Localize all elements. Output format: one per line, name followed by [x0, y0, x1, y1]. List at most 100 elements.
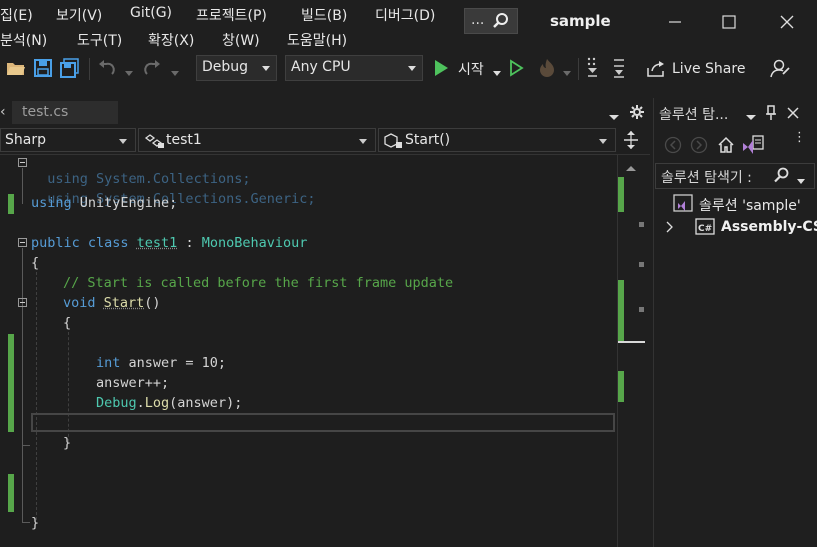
menu-analyze[interactable]: 분석(N) [0, 30, 47, 50]
save-all-icon[interactable] [60, 58, 80, 82]
csharp-project-icon: C# [695, 218, 717, 240]
overview-change-marker [618, 280, 624, 342]
overview-dot [639, 262, 644, 267]
colon: : [177, 235, 201, 251]
maximize-button[interactable] [714, 8, 744, 36]
search-options-dropdown-icon[interactable] [797, 174, 805, 189]
project-dropdown[interactable]: Sharp [0, 128, 136, 152]
base-class: MonoBehaviour [202, 235, 308, 251]
redo-icon[interactable] [141, 58, 163, 82]
hot-reload-dropdown-icon[interactable] [563, 66, 571, 81]
window-title: sample [550, 12, 611, 30]
menu-window[interactable]: 창(W) [222, 30, 260, 50]
live-share-button[interactable]: Live Share [672, 61, 745, 77]
comment: // Start is called before the first fram… [63, 275, 453, 291]
menu-debug[interactable]: 디버그(D) [375, 5, 435, 25]
menu-help[interactable]: 도움말(H) [287, 30, 347, 50]
menu-git[interactable]: Git(G) [130, 5, 172, 21]
overview-change-marker [618, 177, 624, 212]
assembly-csharp-label: Assembly-CS [721, 219, 817, 235]
split-window-icon[interactable] [622, 130, 640, 154]
more-options-icon[interactable]: ⋮ [793, 130, 806, 145]
minimize-button[interactable] [660, 8, 690, 36]
live-share-icon[interactable] [646, 60, 666, 82]
namespace-name: UnityEngine; [72, 195, 178, 211]
overview-change-marker [618, 371, 624, 402]
hot-reload-icon[interactable] [536, 57, 558, 83]
debug-class: Debug [96, 395, 137, 411]
start-dropdown-icon[interactable] [493, 66, 501, 81]
collapse-class-icon[interactable] [18, 238, 27, 247]
pin-icon[interactable] [765, 105, 777, 125]
svg-text:C#: C# [698, 224, 712, 234]
undo-dropdown-icon[interactable] [125, 66, 133, 81]
class-keyword: public class [31, 235, 137, 251]
dot: . [137, 395, 145, 411]
outline-end [22, 445, 30, 446]
collapse-using-icon[interactable] [18, 158, 27, 167]
menu-extensions[interactable]: 확장(X) [148, 30, 194, 50]
overview-dot [639, 307, 644, 312]
code-line-19: } [31, 515, 39, 531]
vertical-scrollbar[interactable] [617, 155, 646, 547]
scroll-up-icon[interactable] [626, 161, 636, 176]
save-icon[interactable] [33, 58, 53, 82]
change-marker [8, 194, 14, 214]
switch-views-icon[interactable] [741, 134, 765, 160]
open-folder-icon[interactable] [6, 58, 26, 82]
menu-tools[interactable]: 도구(T) [77, 30, 122, 50]
method-icon [384, 133, 406, 153]
tab-scroll-left-icon[interactable]: ‹ [0, 104, 10, 122]
member-dropdown[interactable]: Start() [378, 128, 616, 152]
menu-build[interactable]: 빌드(B) [301, 5, 347, 25]
increment: answer++; [96, 375, 169, 391]
toolbar-options-icon[interactable] [612, 56, 626, 84]
chevron-down-icon [359, 139, 367, 144]
expand-chevron-icon[interactable] [666, 221, 674, 237]
panel-options-icon[interactable] [746, 110, 756, 125]
class-icon [144, 133, 166, 153]
close-window-button[interactable] [772, 8, 802, 36]
code-line-13: Debug.Log(answer); [96, 395, 242, 411]
solution-explorer-title: 솔루션 탐... [659, 104, 728, 124]
search-button[interactable]: ... [464, 8, 518, 34]
toolbar-separator [578, 58, 579, 80]
step-icon[interactable] [586, 56, 600, 84]
menu-view[interactable]: 보기(V) [56, 5, 102, 25]
using-keyword: using [31, 195, 72, 211]
undo-icon[interactable] [96, 58, 118, 82]
search-icon[interactable] [773, 166, 791, 188]
forward-icon[interactable] [690, 136, 708, 158]
indent-guide [36, 272, 37, 520]
parens: () [144, 295, 160, 311]
void-keyword: void [63, 295, 104, 311]
overview-dot [639, 222, 644, 227]
home-icon[interactable] [717, 136, 735, 158]
menu-project[interactable]: 프로젝트(P) [196, 5, 267, 25]
toolbar-separator [89, 58, 90, 80]
outline-line [22, 168, 23, 204]
class-dropdown[interactable]: test1 [138, 128, 376, 152]
project-dropdown-value: Sharp [5, 132, 46, 148]
configuration-value: Debug [202, 59, 248, 75]
chevron-down-icon [408, 66, 416, 71]
search-icon [491, 11, 511, 35]
start-without-debugging-icon[interactable] [509, 59, 525, 81]
minimize-icon [660, 8, 690, 36]
redo-dropdown-icon[interactable] [171, 66, 179, 81]
solution-root-label: 솔루션 'sample' [699, 195, 801, 215]
solution-configuration-select[interactable]: Debug [196, 55, 277, 81]
solution-platform-select[interactable]: Any CPU [285, 55, 423, 81]
feedback-person-icon[interactable] [770, 58, 790, 82]
class-name: test1 [137, 235, 178, 251]
settings-gear-icon[interactable] [629, 104, 645, 124]
menu-edit[interactable]: 집(E) [0, 5, 33, 25]
back-icon[interactable] [664, 136, 682, 158]
tab-list-dropdown-icon[interactable] [609, 110, 619, 125]
code-line-9: { [63, 315, 71, 331]
collapse-method-icon[interactable] [18, 298, 27, 307]
code-editor[interactable] [0, 155, 617, 547]
start-button[interactable]: 시작 [458, 59, 484, 79]
play-icon[interactable] [432, 59, 450, 81]
close-panel-icon[interactable] [786, 106, 800, 124]
